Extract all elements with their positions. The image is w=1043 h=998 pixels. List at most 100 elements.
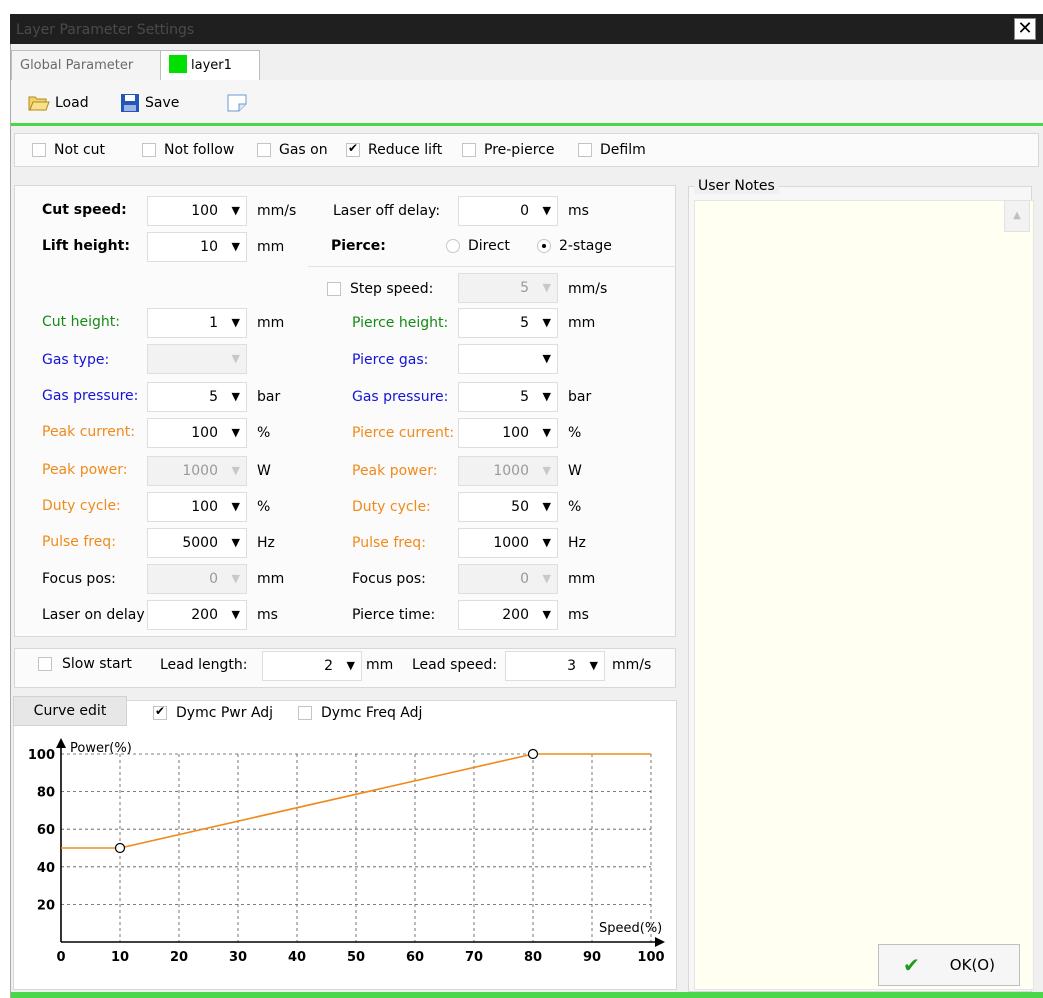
x-tick-label: 0: [56, 950, 65, 965]
2stage-radio-label: 2-stage: [559, 238, 612, 254]
pierce-gas-pressure-select[interactable]: 5: [458, 382, 558, 412]
load-label: Load: [55, 95, 89, 111]
dymc-pwr-toggle[interactable]: Dymc Pwr Adj: [153, 704, 273, 721]
pierce-peak-power-select[interactable]: 1000: [458, 456, 558, 486]
curve-edit-button[interactable]: Curve edit: [13, 696, 127, 726]
gas-pressure-select[interactable]: 5: [147, 382, 247, 412]
notes-textarea[interactable]: [694, 200, 1034, 990]
curve-control-point: [114, 842, 126, 854]
option-not-cut[interactable]: Not cut: [32, 140, 105, 160]
step-speed-checkbox[interactable]: [327, 282, 341, 296]
lead-speed-unit: mm/s: [612, 657, 652, 673]
curve-control-point: [527, 748, 539, 760]
checkmark-icon: ✔: [903, 953, 920, 977]
peak-current-label: Peak current:: [42, 424, 135, 440]
focus-pos-unit: mm: [257, 571, 285, 587]
pierce-height-select[interactable]: 5: [458, 308, 558, 338]
pierce-pulse-freq-select[interactable]: 1000: [458, 528, 558, 558]
dymc-freq-label: Dymc Freq Adj: [321, 705, 423, 721]
focus-pos-select[interactable]: 0: [147, 564, 247, 594]
tab-label: Global Parameter: [20, 58, 134, 73]
laser-off-delay-select[interactable]: 0: [458, 196, 558, 226]
slow-start-checkbox[interactable]: [38, 657, 52, 671]
pierce-current-select[interactable]: 100: [458, 418, 558, 448]
pulse-freq-select[interactable]: 5000: [147, 528, 247, 558]
x-tick-label: 50: [347, 950, 365, 965]
cut-height-label: Cut height:: [42, 314, 120, 330]
dymc-freq-toggle[interactable]: Dymc Freq Adj: [298, 705, 422, 721]
ok-button[interactable]: ✔ OK(O): [878, 944, 1020, 986]
x-tick-label: 80: [524, 950, 542, 965]
pierce-focus-pos-select[interactable]: 0: [458, 564, 558, 594]
pierce-direct-radio[interactable]: Direct: [446, 238, 510, 254]
pierce-time-select[interactable]: 200: [458, 600, 558, 630]
pierce-duty-cycle-select[interactable]: 50: [458, 492, 558, 522]
gas-type-select[interactable]: [147, 344, 247, 374]
lead-length-select[interactable]: 2: [262, 651, 362, 681]
not-follow-checkbox[interactable]: [142, 143, 156, 157]
pierce-gas-select[interactable]: [458, 344, 558, 374]
gas-pressure-label: Gas pressure:: [42, 388, 139, 404]
gas-type-label: Gas type:: [42, 352, 110, 368]
direct-radio-label: Direct: [468, 238, 510, 254]
power-speed-chart[interactable]: 0 10 20 30 40 50 60 70 80 90 100 20 40 60 80 100 Power(…: [14, 732, 676, 990]
tab-global-parameter[interactable]: Global Parameter: [11, 50, 161, 80]
slow-start-label: Slow start: [62, 656, 132, 672]
pierce-pulse-freq-unit: Hz: [568, 535, 586, 551]
lift-height-select[interactable]: 10: [147, 232, 247, 262]
option-gas-on[interactable]: Gas on: [257, 140, 328, 160]
close-button[interactable]: ✕: [1014, 18, 1036, 40]
step-speed-select[interactable]: 5: [458, 273, 558, 303]
pierce-gas-pressure-label: Gas pressure:: [352, 389, 449, 405]
gas-on-checkbox[interactable]: [257, 143, 271, 157]
cut-height-unit: mm: [257, 315, 285, 331]
pierce-time-label: Pierce time:: [352, 607, 436, 623]
notes-toggle-button[interactable]: [226, 90, 253, 116]
option-pre-pierce[interactable]: Pre-pierce: [462, 140, 554, 160]
option-defilm[interactable]: Defilm: [578, 140, 646, 160]
floppy-disk-icon: [121, 94, 139, 112]
save-button[interactable]: Save: [120, 90, 179, 116]
pierce-pulse-freq-label: Pulse freq:: [352, 535, 426, 551]
pre-pierce-checkbox[interactable]: [462, 143, 476, 157]
slow-start-toggle[interactable]: Slow start: [38, 656, 132, 672]
scroll-up-icon[interactable]: ▲: [1004, 200, 1030, 232]
dymc-freq-checkbox[interactable]: [298, 706, 312, 720]
lead-speed-select[interactable]: 3: [505, 651, 605, 681]
y-axis-arrow: [56, 738, 66, 748]
pierce-peak-power-unit: W: [568, 463, 582, 479]
load-button[interactable]: Load: [28, 90, 89, 116]
ok-label: OK(O): [949, 956, 995, 974]
step-speed-toggle[interactable]: Step speed:: [327, 281, 433, 297]
layer-color-swatch: [169, 54, 187, 73]
direct-radio-circle[interactable]: [446, 239, 460, 253]
laser-on-delay-select[interactable]: 200: [147, 600, 247, 630]
defilm-checkbox[interactable]: [578, 143, 592, 157]
duty-cycle-select[interactable]: 100: [147, 492, 247, 522]
tab-layer1[interactable]: layer1: [160, 50, 260, 80]
not-cut-checkbox[interactable]: [32, 143, 46, 157]
notes-title: User Notes: [694, 178, 779, 194]
peak-power-select[interactable]: 1000: [147, 456, 247, 486]
y-tick-label: 60: [37, 823, 55, 838]
window-title: Layer Parameter Settings: [16, 22, 195, 38]
cut-speed-label: Cut speed:: [42, 202, 127, 218]
pierce-gas-pressure-unit: bar: [568, 389, 592, 405]
option-reduce-lift[interactable]: Reduce lift: [346, 140, 442, 160]
cut-speed-select[interactable]: 100: [147, 196, 247, 226]
lead-speed-label: Lead speed:: [412, 657, 498, 673]
cut-height-select[interactable]: 1: [147, 308, 247, 338]
2stage-radio-circle[interactable]: [537, 239, 551, 253]
x-axis-arrow: [655, 937, 665, 947]
dymc-pwr-checkbox[interactable]: [153, 704, 167, 720]
option-label: Defilm: [600, 142, 646, 158]
laser-off-delay-label: Laser off delay:: [333, 203, 441, 219]
option-not-follow[interactable]: Not follow: [142, 140, 234, 160]
pierce-2stage-radio[interactable]: 2-stage: [537, 238, 612, 254]
peak-current-select[interactable]: 100: [147, 418, 247, 448]
pierce-height-label: Pierce height:: [352, 315, 449, 331]
duty-cycle-unit: %: [257, 499, 271, 515]
x-tick-label: 10: [111, 950, 129, 965]
pierce-focus-pos-label: Focus pos:: [352, 571, 426, 587]
reduce-lift-checkbox[interactable]: [346, 141, 360, 157]
